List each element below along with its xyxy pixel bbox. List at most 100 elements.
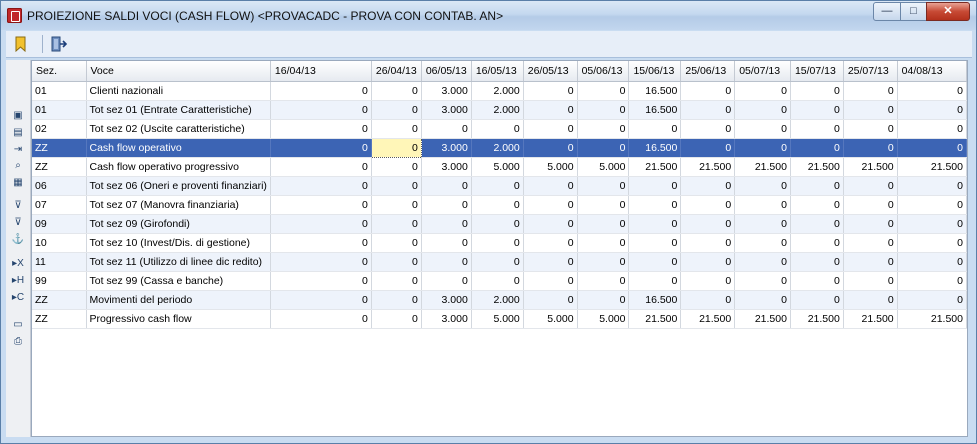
- section-cell[interactable]: 09: [32, 214, 87, 234]
- minimize-button[interactable]: —: [873, 2, 901, 21]
- amount-cell[interactable]: 0: [523, 252, 578, 272]
- amount-cell[interactable]: 0: [523, 81, 578, 101]
- amount-cell[interactable]: 0: [523, 271, 578, 291]
- amount-cell[interactable]: 0: [577, 195, 630, 215]
- amount-cell[interactable]: 0: [790, 176, 844, 196]
- amount-cell[interactable]: 0: [734, 100, 791, 120]
- item-cell[interactable]: Tot sez 01 (Entrate Caratteristiche): [86, 100, 271, 120]
- table-row[interactable]: 01 Clienti nazionali 0 0 3.000 2.000 0 0 16.500 0…: [32, 81, 967, 101]
- amount-cell[interactable]: 0: [523, 214, 578, 234]
- amount-cell[interactable]: 0: [790, 271, 844, 291]
- amount-cell[interactable]: 0: [471, 176, 524, 196]
- amount-cell[interactable]: 0: [790, 195, 844, 215]
- table-row[interactable]: 02 Tot sez 02 (Uscite caratteristiche) 0 0 0…: [32, 119, 967, 139]
- amount-cell[interactable]: 0: [270, 233, 372, 253]
- table-row[interactable]: 07 Tot sez 07 (Manovra finanziaria) 0 0 0 0 0 0…: [32, 195, 967, 215]
- amount-cell[interactable]: 0: [790, 119, 844, 139]
- item-cell[interactable]: Tot sez 07 (Manovra finanziaria): [86, 195, 271, 215]
- amount-cell[interactable]: 0: [843, 233, 898, 253]
- column-header[interactable]: Voce: [86, 61, 271, 82]
- amount-cell[interactable]: 16.500: [628, 138, 682, 158]
- column-header[interactable]: 25/07/13: [843, 61, 898, 82]
- amount-cell[interactable]: 0: [843, 119, 898, 139]
- amount-cell[interactable]: 0: [897, 214, 967, 234]
- amount-cell[interactable]: 0: [577, 252, 630, 272]
- amount-cell[interactable]: 0: [897, 290, 967, 310]
- amount-cell[interactable]: 0: [897, 138, 967, 158]
- amount-cell[interactable]: 0: [628, 252, 682, 272]
- amount-cell[interactable]: 0: [270, 138, 372, 158]
- item-cell[interactable]: Cash flow operativo progressivo: [86, 157, 271, 177]
- amount-cell[interactable]: 21.500: [843, 309, 898, 329]
- amount-cell[interactable]: 0: [897, 195, 967, 215]
- amount-cell[interactable]: 0: [734, 233, 791, 253]
- amount-cell[interactable]: 0: [270, 157, 372, 177]
- amount-cell[interactable]: 5.000: [523, 309, 578, 329]
- amount-cell[interactable]: 0: [734, 138, 791, 158]
- column-header[interactable]: 05/06/13: [577, 61, 630, 82]
- filter-remove-icon[interactable]: ⊽: [11, 217, 25, 229]
- amount-cell[interactable]: 0: [471, 195, 524, 215]
- amount-cell[interactable]: 16.500: [628, 100, 682, 120]
- title-bar[interactable]: PROIEZIONE SALDI VOCI (CASH FLOW) <PROVA…: [1, 1, 976, 30]
- restore-icon[interactable]: ▣: [11, 110, 25, 122]
- amount-cell[interactable]: 21.500: [790, 309, 844, 329]
- amount-cell[interactable]: 0: [471, 271, 524, 291]
- amount-cell[interactable]: 0: [270, 252, 372, 272]
- item-cell[interactable]: Tot sez 02 (Uscite caratteristiche): [86, 119, 271, 139]
- column-header[interactable]: 15/07/13: [790, 61, 844, 82]
- amount-cell[interactable]: 0: [471, 119, 524, 139]
- amount-cell[interactable]: 5.000: [471, 309, 524, 329]
- maximize-button[interactable]: □: [900, 2, 927, 21]
- amount-cell[interactable]: 0: [270, 100, 372, 120]
- amount-cell[interactable]: 0: [371, 252, 422, 272]
- amount-cell[interactable]: 0: [790, 81, 844, 101]
- amount-cell[interactable]: 0: [897, 119, 967, 139]
- amount-cell[interactable]: 0: [577, 233, 630, 253]
- item-cell[interactable]: Progressivo cash flow: [86, 309, 271, 329]
- table-row[interactable]: 11 Tot sez 11 (Utilizzo di linee dic redi…: [32, 252, 967, 272]
- amount-cell[interactable]: 0: [734, 176, 791, 196]
- amount-cell[interactable]: 0: [680, 119, 736, 139]
- amount-cell[interactable]: 0: [734, 290, 791, 310]
- calendar-icon[interactable]: ▦: [11, 177, 25, 189]
- amount-cell[interactable]: 0: [790, 138, 844, 158]
- amount-cell[interactable]: 0: [370, 138, 422, 158]
- amount-cell[interactable]: 0: [577, 176, 630, 196]
- anchor-icon[interactable]: ⚓: [11, 234, 25, 246]
- table-row[interactable]: 99 Tot sez 99 (Cassa e banche) 0 0 0 0 0 0 0 0 0 0 0…: [32, 271, 967, 291]
- amount-cell[interactable]: 3.000: [421, 81, 472, 101]
- column-header[interactable]: 15/06/13: [628, 61, 682, 82]
- item-cell[interactable]: Tot sez 99 (Cassa e banche): [86, 271, 271, 291]
- app-icon[interactable]: [7, 8, 22, 23]
- amount-cell[interactable]: 0: [421, 214, 472, 234]
- item-cell[interactable]: Tot sez 10 (Invest/Dis. di gestione): [86, 233, 271, 253]
- amount-cell[interactable]: 0: [270, 119, 372, 139]
- amount-cell[interactable]: 0: [790, 214, 844, 234]
- amount-cell[interactable]: 0: [843, 252, 898, 272]
- amount-cell[interactable]: 0: [523, 195, 578, 215]
- section-cell[interactable]: 01: [32, 100, 87, 120]
- amount-cell[interactable]: 0: [680, 138, 736, 158]
- amount-cell[interactable]: 0: [843, 195, 898, 215]
- amount-cell[interactable]: 0: [421, 271, 472, 291]
- amount-cell[interactable]: 3.000: [421, 309, 472, 329]
- amount-cell[interactable]: 0: [734, 271, 791, 291]
- amount-cell[interactable]: 2.000: [471, 100, 524, 120]
- amount-cell[interactable]: 0: [734, 214, 791, 234]
- amount-cell[interactable]: 21.500: [843, 157, 898, 177]
- amount-cell[interactable]: 0: [371, 214, 422, 234]
- amount-cell[interactable]: 0: [790, 290, 844, 310]
- column-header[interactable]: 04/08/13: [897, 61, 967, 82]
- amount-cell[interactable]: 0: [897, 233, 967, 253]
- amount-cell[interactable]: 0: [421, 119, 472, 139]
- table-row[interactable]: ZZ Cash flow operativo 0 0 3.000 2.000 0 0 16.50…: [32, 138, 967, 158]
- amount-cell[interactable]: 0: [421, 252, 472, 272]
- item-cell[interactable]: Cash flow operativo: [86, 138, 271, 158]
- item-cell[interactable]: Tot sez 06 (Oneri e proventi finanziari): [86, 176, 271, 196]
- amount-cell[interactable]: 0: [421, 176, 472, 196]
- preview-icon[interactable]: ▭: [11, 319, 25, 331]
- amount-cell[interactable]: 0: [577, 271, 630, 291]
- amount-cell[interactable]: 5.000: [523, 157, 578, 177]
- table-row[interactable]: 01 Tot sez 01 (Entrate Caratteristiche) 0 0…: [32, 100, 967, 120]
